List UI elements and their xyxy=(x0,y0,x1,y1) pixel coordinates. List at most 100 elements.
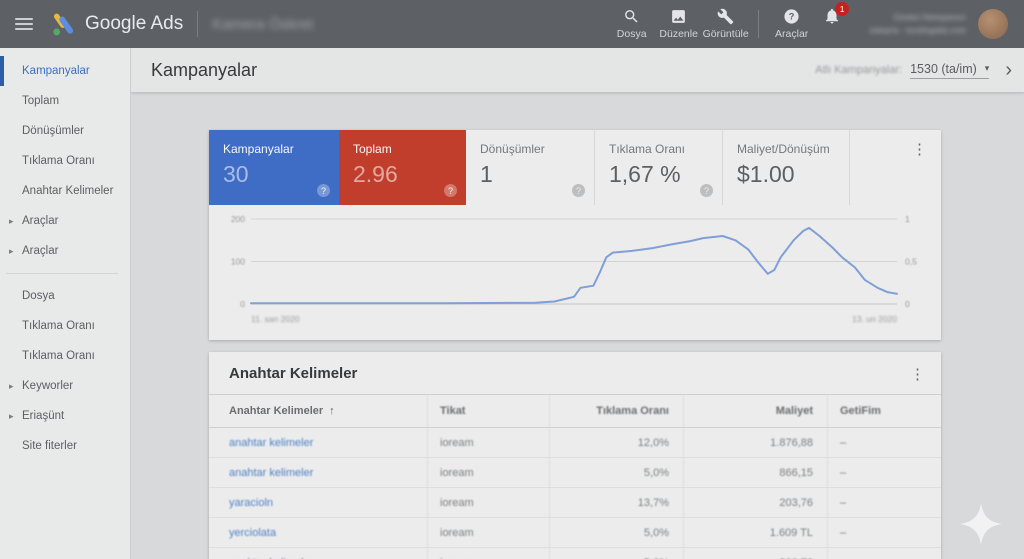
google-ads-logo-icon xyxy=(53,13,74,36)
sidebar-item-label: Site fiterler xyxy=(22,440,77,452)
x-axis-start-label: 11. san 2020 xyxy=(251,314,300,324)
sidebar-item-tiklama-orani-3[interactable]: Tıklama Oranı xyxy=(0,341,130,371)
sidebar-item-label: Eriaşünt xyxy=(22,410,65,422)
expand-arrow-icon: ▸ xyxy=(9,245,14,256)
sidebar-item-site-fiterler[interactable]: Site fiterler xyxy=(0,431,130,461)
campaign-filter-dropdown[interactable]: 1530 (ta/im) ▾ xyxy=(910,61,990,79)
sidebar-item-tiklama-orani-2[interactable]: Tıklama Oranı xyxy=(0,311,130,341)
expand-arrow-icon: ▸ xyxy=(9,410,14,421)
nav-araclar[interactable]: ? Araçlar xyxy=(768,8,815,40)
sidebar-item-araclar-2[interactable]: ▸ Araçlar xyxy=(0,236,130,266)
column-header-tikat[interactable]: Tikat xyxy=(427,395,549,427)
sidebar-item-label: Dönüşümler xyxy=(22,125,84,137)
sidebar-item-toplam[interactable]: Toplam xyxy=(0,86,130,116)
clicks-cell: ioream xyxy=(427,548,549,559)
topbar-divider xyxy=(197,11,199,37)
sidebar-item-anahtar-kelimeler[interactable]: Anahtar Kelimeler xyxy=(0,176,130,206)
nav-goruntule[interactable]: Görüntüle xyxy=(702,8,749,40)
sidebar-item-label: Araçlar xyxy=(22,245,59,257)
y-axis-tick: 100 xyxy=(231,257,245,267)
keywords-card-title: Anahtar Kelimeler xyxy=(229,365,358,382)
stat-label: Tıklama Oranı xyxy=(609,142,686,156)
cost-cell: 200,76 xyxy=(683,548,827,559)
column-header-tiklama-orani[interactable]: Tıklama Oranı xyxy=(549,395,683,427)
overview-card: Kampanyalar 30 ? Toplam 2.96 ? Dönüşümle… xyxy=(209,130,941,340)
main-content: Kampanyalar Atlı Kampanyalar: 1530 (ta/i… xyxy=(130,48,1024,559)
y-axis-tick: 0 xyxy=(240,299,245,309)
stat-tile-maliyet-donusum[interactable]: Maliyet/Dönüşüm $1.00 xyxy=(722,130,849,205)
nav-label: Düzenle xyxy=(659,28,698,40)
chart-series-line xyxy=(250,226,898,305)
sidebar-item-araclar-1[interactable]: ▸ Araçlar xyxy=(0,206,130,236)
keyword-link[interactable]: yerciolata xyxy=(229,527,276,539)
page-title: Kampanyalar xyxy=(151,59,258,80)
sidebar-item-eriasunt[interactable]: ▸ Eriaşünt xyxy=(0,401,130,431)
sidebar-item-keyworler[interactable]: ▸ Keyworler xyxy=(0,371,130,401)
help-icon[interactable]: ? xyxy=(317,184,330,197)
stat-tile-toplam[interactable]: Toplam 2.96 ? xyxy=(339,130,466,205)
nav-label: Görüntüle xyxy=(702,28,749,40)
stat-tile-donusumler[interactable]: Dönüşümler 1 ? xyxy=(466,130,594,205)
roi-cell: – xyxy=(827,428,941,457)
page-header: Kampanyalar Atlı Kampanyalar: 1530 (ta/i… xyxy=(131,48,1024,93)
user-info: Gireleri Netaşansın zalaşria - turstinga… xyxy=(869,11,966,37)
sidebar-item-kampanyalar[interactable]: Kampanyalar xyxy=(0,56,130,86)
campaign-filter-value: 1530 (ta/im) xyxy=(910,61,977,76)
sidebar-item-donusumler[interactable]: Dönüşümler xyxy=(0,116,130,146)
roi-cell: – xyxy=(827,458,941,487)
help-icon: ? xyxy=(784,9,799,24)
y2-axis-tick: 0 xyxy=(905,299,910,309)
table-row: yerciolata ioream 5,0% 1.609 TL – xyxy=(209,518,941,548)
column-header-anahtar-kelimeler[interactable]: Anahtar Kelimeler ↑ xyxy=(209,395,427,427)
stat-label: Dönüşümler xyxy=(480,142,545,156)
stat-value: $1.00 xyxy=(737,161,795,187)
kebab-menu-icon[interactable]: ⋮ xyxy=(912,140,927,158)
help-icon[interactable]: ? xyxy=(444,184,457,197)
expand-arrow-icon: ▸ xyxy=(9,380,14,391)
keyword-link[interactable]: yaracioln xyxy=(229,497,273,509)
avatar[interactable] xyxy=(978,9,1008,39)
stat-tile-kampanyalar[interactable]: Kampanyalar 30 ? xyxy=(209,130,339,205)
sidebar-item-tiklama-orani[interactable]: Tıklama Oranı xyxy=(0,146,130,176)
sidebar-item-dosya[interactable]: Dosya xyxy=(0,281,130,311)
x-axis-end-label: 13. un 2020 xyxy=(852,314,897,324)
nav-dosya[interactable]: Dosya xyxy=(608,8,655,40)
kebab-menu-icon[interactable]: ⋮ xyxy=(910,365,925,383)
clicks-cell: ioream xyxy=(427,488,549,517)
ctr-cell: 13,7% xyxy=(549,488,683,517)
chevron-right-icon[interactable]: › xyxy=(1005,60,1012,80)
table-row: yaracioln ioream 13,7% 203,76 – xyxy=(209,488,941,518)
stat-tiles: Kampanyalar 30 ? Toplam 2.96 ? Dönüşümle… xyxy=(209,130,941,205)
nav-duzenle[interactable]: Düzenle xyxy=(655,8,702,40)
sidebar-item-label: Dosya xyxy=(22,290,55,302)
campaign-filter-label: Atlı Kampanyalar: xyxy=(815,64,903,76)
column-header-getifim[interactable]: GetiFim xyxy=(827,395,941,427)
notifications-button[interactable]: 1 xyxy=(823,1,850,30)
stat-tile-tiklama-orani[interactable]: Tıklama Oranı 1,67 % ? xyxy=(594,130,722,205)
sidebar-item-label: Tıklama Oranı xyxy=(22,350,95,362)
search-icon xyxy=(625,10,638,23)
google-ads-logo[interactable]: Google Ads xyxy=(50,11,183,37)
sidebar-item-label: Tıklama Oranı xyxy=(22,320,95,332)
help-icon[interactable]: ? xyxy=(572,184,585,197)
image-icon xyxy=(672,10,686,23)
clicks-cell: ioream xyxy=(427,458,549,487)
keyword-link[interactable]: anahtar kelimeler xyxy=(229,467,313,479)
roi-cell: – xyxy=(827,518,941,547)
cost-cell: 203,76 xyxy=(683,488,827,517)
svg-text:?: ? xyxy=(789,12,795,22)
top-app-bar: Google Ads Kamera Öskret Dosya Düzenle G… xyxy=(0,0,1024,48)
keyword-link[interactable]: anahtar kelimeler xyxy=(229,437,313,449)
help-icon[interactable]: ? xyxy=(700,184,713,197)
hamburger-menu-icon[interactable] xyxy=(15,18,33,30)
roi-cell: – xyxy=(827,488,941,517)
ctr-cell: 5,0% xyxy=(549,548,683,559)
column-header-maliyet[interactable]: Maliyet xyxy=(683,395,827,427)
notification-badge: 1 xyxy=(835,1,850,16)
stat-label: Toplam xyxy=(353,142,392,156)
content-area: Kampanyalar 30 ? Toplam 2.96 ? Dönüşümle… xyxy=(131,93,1024,559)
ctr-cell: 5,0% xyxy=(549,458,683,487)
tiles-spacer: ⋮ xyxy=(849,130,941,205)
chevron-down-icon: ▾ xyxy=(984,63,990,73)
stat-label: Maliyet/Dönüşüm xyxy=(737,142,830,156)
